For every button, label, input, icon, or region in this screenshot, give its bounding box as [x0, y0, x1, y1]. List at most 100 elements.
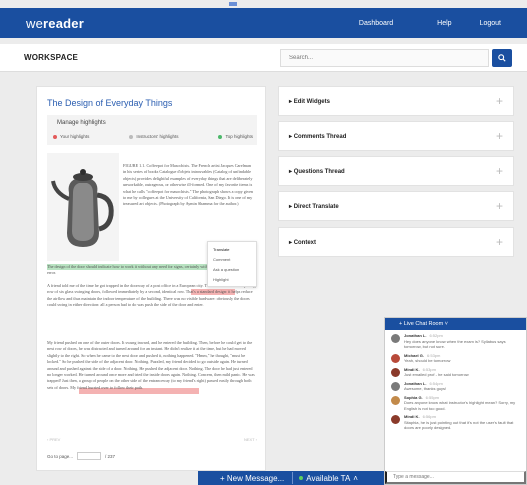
- chat-title: + Live Chat Room: [399, 321, 444, 327]
- avatar: [391, 367, 400, 377]
- message-text: Does anyone know what instructor's highl…: [404, 400, 516, 411]
- window-handle[interactable]: [229, 2, 237, 6]
- online-status-icon: [299, 476, 304, 480]
- menu-item-ask-question[interactable]: Ask a question: [213, 265, 251, 275]
- message-text: Yeah, should be tomorrow: [404, 358, 451, 363]
- message-body: Mindi K. 6:56pm Sitaphia, he is just point…: [404, 414, 520, 431]
- live-chat-room: + Live Chat Room ˅ Jonathan L. 6:52pm Hey …: [384, 317, 527, 485]
- message-author: Sophia G.: [404, 394, 423, 400]
- message-author: Mindi K.: [404, 414, 420, 419]
- prev-label: PREV: [49, 437, 61, 442]
- plus-icon[interactable]: +: [496, 236, 503, 248]
- menu-item-highlight[interactable]: Highlight: [213, 275, 251, 285]
- avatar: [391, 395, 400, 405]
- book-title: The Design of Everyday Things: [47, 98, 173, 108]
- avatar: [391, 381, 400, 391]
- highlight-manager: Manage highlights Your highlights Instru…: [47, 115, 257, 145]
- coffeepot-image: [47, 153, 119, 261]
- goto-page: Go to page... / 237: [47, 452, 115, 460]
- chat-header[interactable]: + Live Chat Room ˅: [385, 318, 526, 330]
- widget-label: ▸ Comments Thread: [289, 133, 347, 140]
- app-logo[interactable]: wereader: [26, 16, 84, 31]
- message-body: Michael G. 6:53pm Yeah, should be tomorrow: [404, 353, 450, 364]
- message-text: Sitaphia, he is just pointing out that i…: [404, 419, 514, 431]
- page-number-input[interactable]: [77, 452, 102, 460]
- message-body: Jonathan L. 6:52pm Hey does anyone know wh…: [404, 333, 520, 350]
- chat-messages: Jonathan L. 6:52pm Hey does anyone know wh…: [385, 330, 526, 431]
- option-label: Instructors' highlights: [136, 134, 179, 139]
- chat-message-input[interactable]: [385, 471, 526, 484]
- widget-label-text: Context: [293, 239, 317, 246]
- workspace-bar: WORKSPACE: [0, 44, 527, 72]
- new-message-button[interactable]: + New Message...: [198, 474, 284, 483]
- radio-dot-icon: [129, 134, 134, 139]
- message-time: 6:52pm: [429, 333, 443, 338]
- message-time: 6:53pm: [422, 366, 436, 372]
- widget-edit-widgets[interactable]: ▸ Edit Widgets +: [278, 86, 514, 116]
- pager: ‹ PREV NEXT ›: [47, 437, 257, 442]
- widget-label-text: Edit Widgets: [293, 98, 330, 105]
- text-paragraph: A friend told me of the time he got trap…: [47, 283, 256, 308]
- plus-icon[interactable]: +: [496, 130, 503, 142]
- menu-item-comment[interactable]: Comment: [213, 255, 251, 265]
- available-ta-label: Available TA: [306, 473, 351, 483]
- nav-dashboard[interactable]: Dashboard: [345, 20, 407, 27]
- message-body: Sophia G. 6:55pm Does anyone know what ins…: [404, 395, 520, 412]
- search-button[interactable]: [492, 49, 512, 67]
- plus-icon[interactable]: +: [496, 165, 503, 177]
- top-nav-bar: wereader Dashboard Help Logout: [0, 2, 527, 38]
- highlight-option-mine[interactable]: Your highlights: [53, 134, 89, 139]
- radio-dot-icon: [53, 134, 57, 139]
- message-author: Jonathan L.: [404, 380, 427, 386]
- message-time: 6:54pm: [429, 380, 443, 386]
- chat-message: Jonathan L. 6:54pm Awesome, thanks guys!: [391, 381, 520, 392]
- prev-page-link[interactable]: ‹ PREV: [47, 437, 60, 442]
- plus-icon[interactable]: +: [496, 200, 503, 212]
- workspace-title: WORKSPACE: [24, 53, 79, 62]
- top-nav: Dashboard Help Logout: [345, 20, 515, 27]
- search-bar: [280, 49, 512, 67]
- widget-label-text: Direct Translate: [293, 203, 339, 210]
- page-total: / 237: [105, 453, 116, 459]
- message-author: Mindi K.: [404, 366, 420, 372]
- text-paragraph: My friend pushed on one of the outer doo…: [47, 340, 255, 390]
- widget-questions-thread[interactable]: ▸ Questions Thread +: [278, 156, 514, 186]
- plus-icon[interactable]: +: [496, 95, 503, 107]
- highlight-option-instructor[interactable]: Instructors' highlights: [129, 134, 178, 139]
- option-label: Your highlights: [60, 134, 90, 139]
- message-time: 6:53pm: [427, 352, 441, 358]
- widget-label: ▸ Questions Thread: [289, 168, 345, 175]
- nav-help[interactable]: Help: [423, 20, 465, 27]
- widget-label-text: Questions Thread: [293, 168, 345, 175]
- search-input[interactable]: [280, 49, 489, 67]
- widget-context[interactable]: ▸ Context +: [278, 227, 514, 257]
- widget-direct-translate[interactable]: ▸ Direct Translate +: [278, 191, 514, 221]
- message-text: Hey does anyone know when the exam is? S…: [404, 338, 506, 350]
- widget-label: ▸ Direct Translate: [289, 203, 339, 210]
- chevron-up-icon: ˄: [353, 473, 358, 483]
- widget-label-text: Comments Thread: [293, 133, 347, 140]
- chat-message: Mindi K. 6:56pm Sitaphia, he is just point…: [391, 414, 520, 431]
- avatar: [391, 415, 400, 424]
- chat-bottom-bar: + New Message... Available TA ˄: [198, 471, 388, 485]
- available-ta-button[interactable]: Available TA ˄: [299, 474, 358, 483]
- widget-comments-thread[interactable]: ▸ Comments Thread +: [278, 121, 514, 151]
- search-icon: [498, 54, 506, 62]
- chat-message: Michael G. 6:53pm Yeah, should be tomorrow: [391, 353, 520, 364]
- widget-label: ▸ Edit Widgets: [289, 98, 330, 105]
- widget-label: ▸ Context: [289, 239, 317, 246]
- avatar: [391, 334, 400, 343]
- radio-dot-icon: [218, 134, 223, 139]
- nav-logout[interactable]: Logout: [466, 20, 515, 27]
- selection-context-menu: Translate Comment Ask a question Highlig…: [207, 241, 257, 287]
- book-reader: The Design of Everyday Things Manage hig…: [36, 86, 266, 471]
- chat-message: Sophia G. 6:55pm Does anyone know what ins…: [391, 395, 520, 412]
- highlight-option-top[interactable]: Top highlights: [218, 134, 253, 139]
- message-time: 6:55pm: [425, 394, 440, 400]
- next-label: NEXT: [243, 437, 255, 442]
- next-page-link[interactable]: NEXT ›: [244, 437, 257, 442]
- message-body: Jonathan L. 6:54pm Awesome, thanks guys!: [404, 381, 446, 392]
- chat-message: Jonathan L. 6:52pm Hey does anyone know wh…: [391, 333, 520, 350]
- message-time: 6:56pm: [422, 414, 436, 419]
- menu-item-translate[interactable]: Translate: [213, 245, 251, 255]
